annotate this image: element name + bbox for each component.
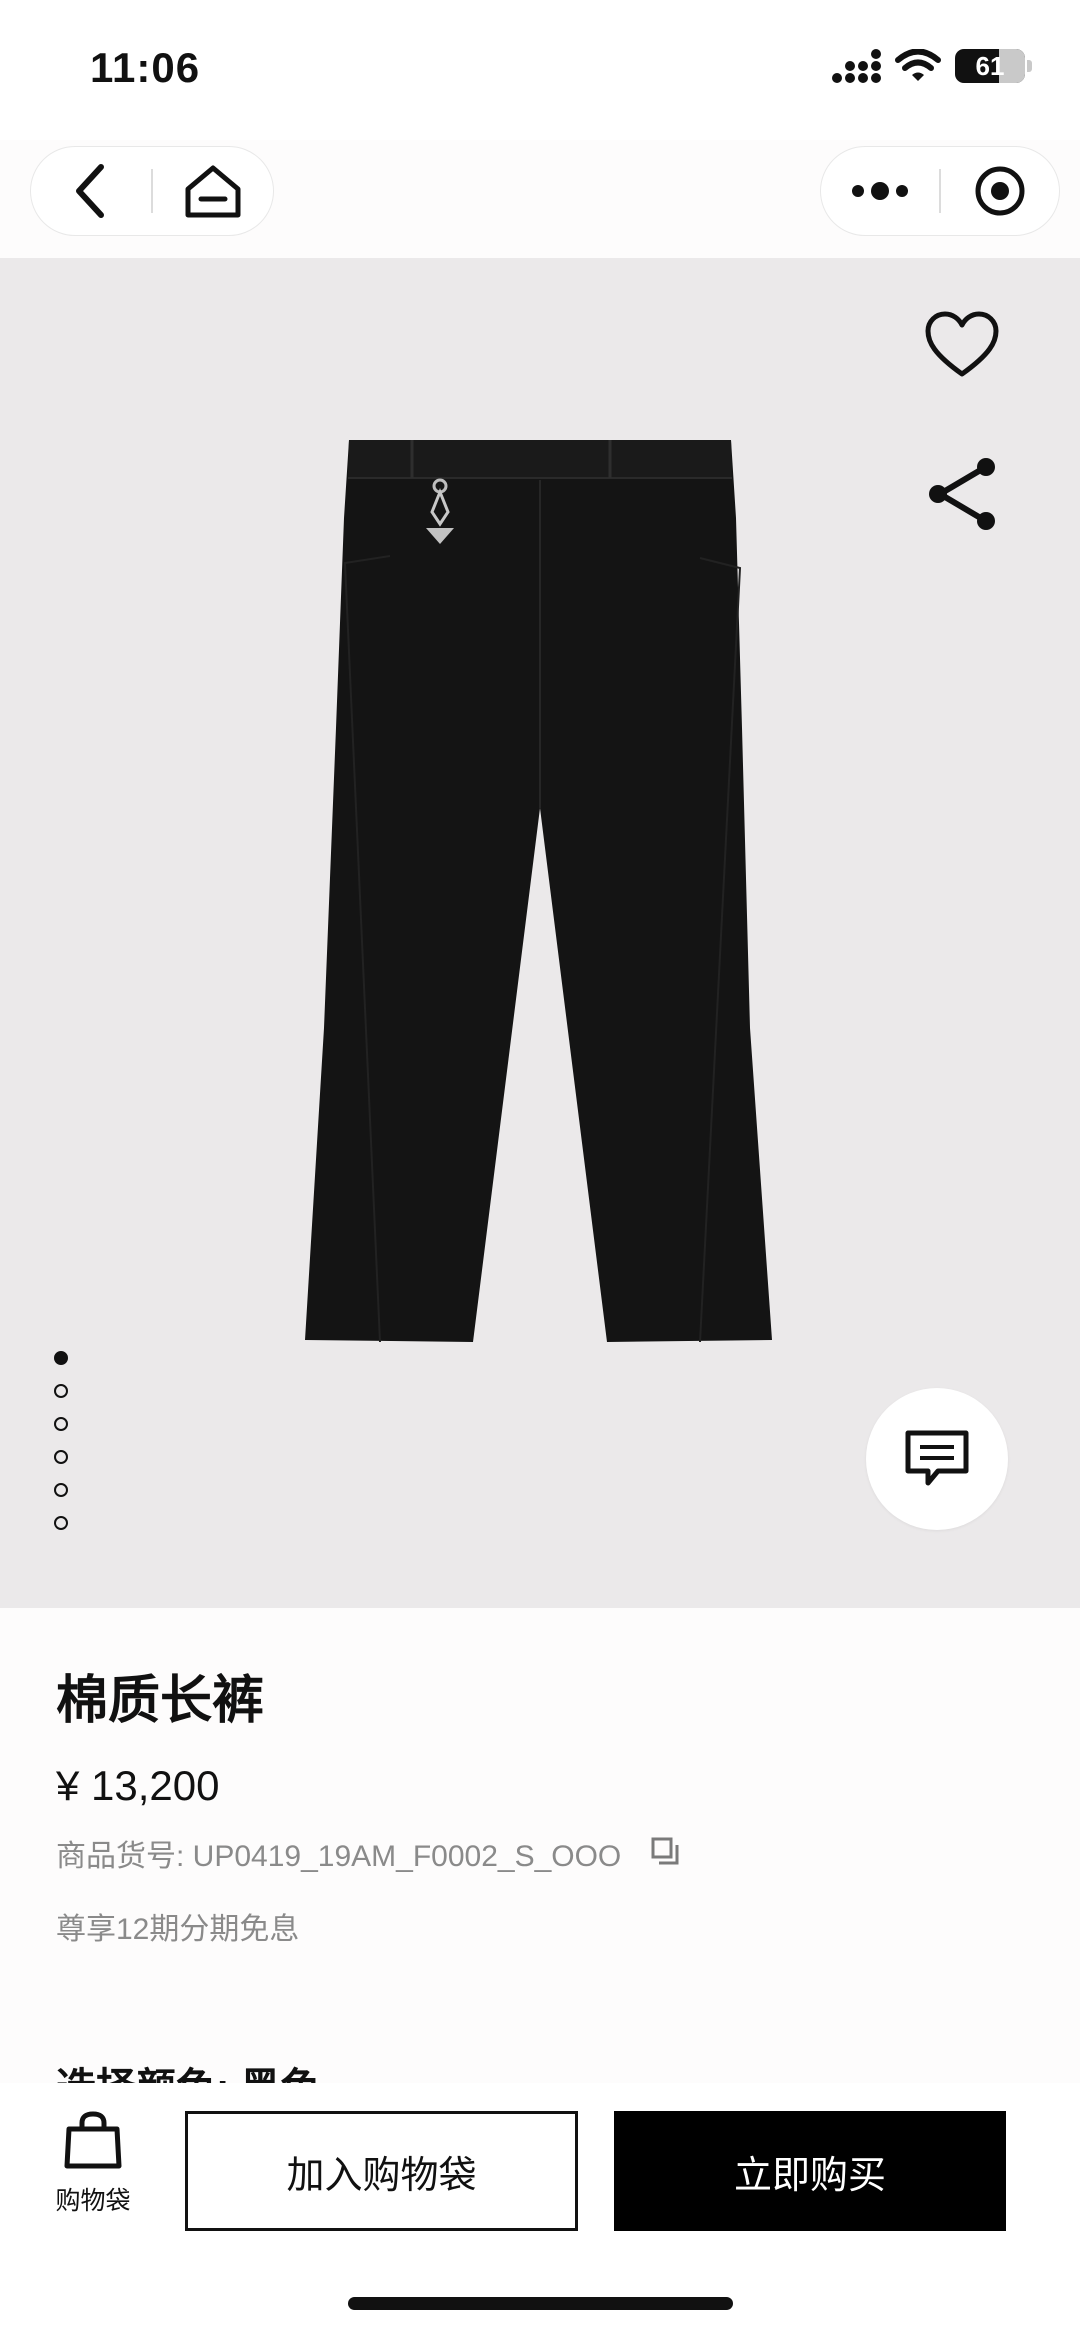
gallery-dot[interactable]	[54, 1417, 68, 1431]
shopping-bag-button[interactable]: 购物袋	[54, 2111, 132, 2217]
customer-service-button[interactable]	[866, 1388, 1008, 1530]
target-icon	[975, 166, 1025, 216]
close-miniprogram-button[interactable]	[941, 147, 1059, 235]
product-sku: 商品货号: UP0419_19AM_F0002_S_OOO	[56, 1840, 622, 1873]
battery-icon: 61	[955, 49, 1025, 83]
add-to-bag-button[interactable]: 加入购物袋	[185, 2111, 578, 2231]
product-image	[305, 440, 772, 1343]
home-button[interactable]	[153, 147, 273, 235]
bag-label: 购物袋	[55, 2187, 131, 2215]
more-icon	[852, 182, 909, 200]
home-indicator	[348, 2297, 733, 2310]
chat-icon	[905, 1430, 969, 1486]
battery-level: 61	[975, 50, 1005, 81]
sku-row: 商品货号: UP0419_19AM_F0002_S_OOO	[56, 1831, 681, 1875]
product-price: ¥ 13,200	[56, 1762, 220, 1809]
product-gallery[interactable]	[0, 258, 1080, 1608]
status-bar: 11:06 61	[0, 0, 1080, 236]
share-button[interactable]	[924, 456, 1000, 537]
nav-capsule-left	[30, 146, 274, 236]
back-icon	[76, 164, 105, 218]
share-icon	[929, 458, 995, 530]
gallery-dot[interactable]	[54, 1450, 68, 1464]
gallery-pagination	[54, 1351, 68, 1530]
wifi-icon	[895, 49, 941, 81]
heart-icon	[925, 311, 999, 377]
gallery-dot[interactable]	[54, 1351, 68, 1365]
gallery-dot[interactable]	[54, 1483, 68, 1497]
status-icons: 61	[831, 48, 1032, 84]
copy-icon	[651, 1837, 679, 1864]
copy-sku-button[interactable]	[649, 1835, 681, 1872]
bag-icon	[64, 2111, 122, 2169]
more-button[interactable]	[821, 147, 939, 235]
buy-now-button[interactable]: 立即购买	[614, 2111, 1006, 2231]
status-time: 11:06	[90, 44, 201, 91]
nav-capsule-right	[820, 146, 1060, 236]
signal-icon	[832, 49, 881, 83]
back-button[interactable]	[31, 147, 151, 235]
installment-note: 尊享12期分期免息	[56, 1913, 300, 1946]
favorite-button[interactable]	[924, 310, 1000, 385]
gallery-dot[interactable]	[54, 1516, 68, 1530]
product-title: 棉质长裤	[56, 1672, 265, 1730]
home-icon	[185, 165, 241, 218]
gallery-dot[interactable]	[54, 1384, 68, 1398]
